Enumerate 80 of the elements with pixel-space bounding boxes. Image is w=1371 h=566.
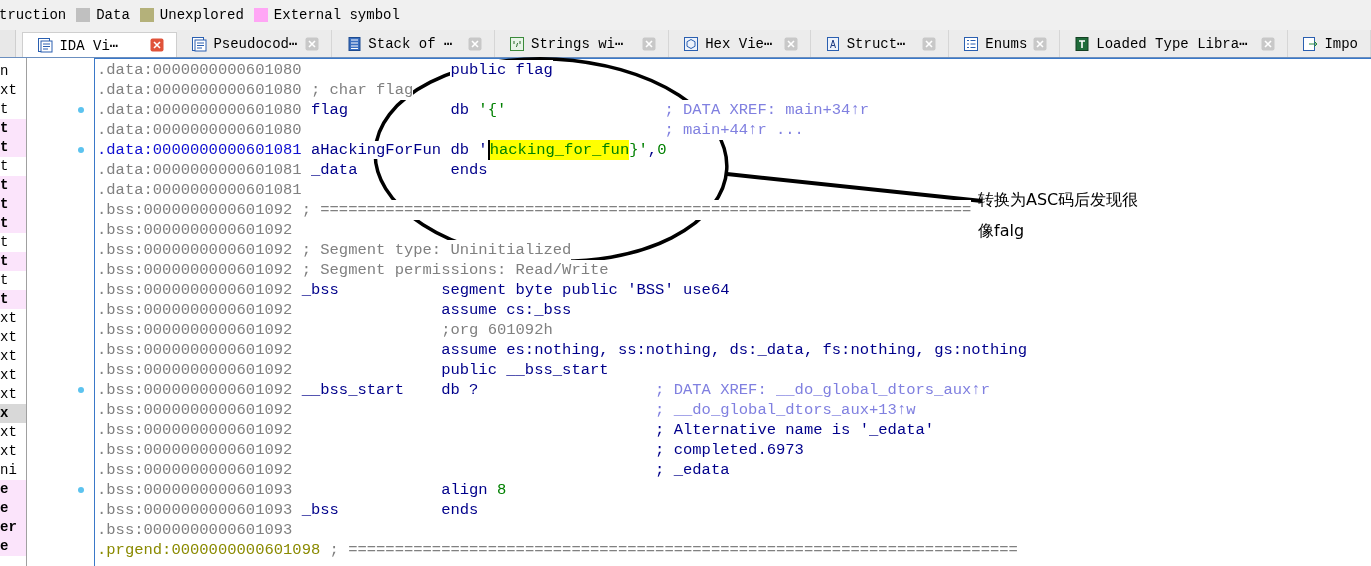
tab[interactable]: IDA Vi⋯ bbox=[22, 32, 178, 57]
function-list-item[interactable]: e bbox=[0, 499, 26, 518]
library-icon bbox=[1074, 35, 1091, 52]
function-list-item[interactable]: e bbox=[0, 480, 26, 499]
close-icon[interactable] bbox=[922, 36, 937, 51]
function-list-item[interactable]: xt bbox=[0, 328, 26, 347]
code-token: segment byte public 'BSS' use64 bbox=[441, 280, 730, 300]
letter-box-icon bbox=[824, 35, 841, 52]
function-list-item[interactable]: t bbox=[0, 119, 26, 138]
close-icon[interactable] bbox=[468, 36, 482, 51]
function-list-item[interactable]: t bbox=[0, 233, 26, 252]
code-token: public __bss_start bbox=[441, 360, 609, 380]
code-token: assume es:nothing, ss:nothing, ds:_data, fs:nothing, gs:nothing bbox=[441, 340, 1028, 360]
tab[interactable]: Struct⋯ bbox=[810, 30, 950, 57]
strings-icon bbox=[509, 35, 525, 52]
function-list-item[interactable]: xt bbox=[0, 442, 26, 461]
function-list-item[interactable]: xt bbox=[0, 309, 26, 328]
function-list-item[interactable]: xt bbox=[0, 366, 26, 385]
function-list-item[interactable]: t bbox=[0, 176, 26, 195]
function-list-item[interactable]: t bbox=[0, 138, 26, 157]
function-list-item[interactable]: t bbox=[0, 214, 26, 233]
function-list-item[interactable]: t bbox=[0, 290, 26, 309]
code-token: ;org 601092h bbox=[441, 320, 553, 340]
legend-label: External symbol bbox=[273, 7, 400, 23]
code-comment: ; ====================================================================== bbox=[301, 200, 972, 220]
code-comment: ; completed.6973 bbox=[655, 440, 804, 460]
code-label: _bss bbox=[301, 281, 339, 299]
tab[interactable]: Pseudocod⋯ bbox=[177, 30, 333, 57]
tab[interactable]: Hex Vie⋯ bbox=[669, 30, 811, 57]
code-label: aHackingForFun bbox=[310, 141, 442, 159]
tab[interactable]: Loaded Type Libra⋯ bbox=[1060, 30, 1289, 57]
tab[interactable]: Strings wi⋯ bbox=[495, 30, 670, 57]
function-list-item[interactable]: t bbox=[0, 100, 26, 119]
document-icon bbox=[1302, 35, 1319, 52]
function-list-item[interactable]: xt bbox=[0, 347, 26, 366]
code-comment: ; __do_global_dtors_aux+13↑w bbox=[655, 400, 916, 420]
code-comment: ; DATA XREF: main+34↑r bbox=[664, 100, 869, 120]
function-list-item[interactable]: xt bbox=[0, 385, 26, 404]
tab[interactable]: Impo bbox=[1288, 30, 1371, 57]
function-list-item[interactable]: n bbox=[0, 62, 26, 81]
function-list-item[interactable]: t bbox=[0, 195, 26, 214]
function-list-item[interactable]: x bbox=[0, 404, 26, 423]
close-icon[interactable] bbox=[150, 38, 165, 52]
code-comment: ; Segment permissions: Read/Write bbox=[301, 260, 609, 280]
function-list-item[interactable]: t bbox=[0, 271, 26, 290]
close-icon[interactable] bbox=[1033, 36, 1048, 51]
legend-label: truction bbox=[0, 7, 67, 23]
legend-label: Unexplored bbox=[159, 7, 244, 23]
close-icon[interactable] bbox=[1261, 36, 1276, 51]
code-comment: ; _edata bbox=[655, 460, 730, 480]
function-list-item[interactable]: t bbox=[0, 252, 26, 271]
code-comment: ; char flag bbox=[310, 80, 414, 100]
code-label: flag bbox=[310, 101, 349, 119]
document-icon bbox=[37, 37, 54, 53]
legend-label: Data bbox=[96, 7, 130, 23]
function-list-item[interactable]: xt bbox=[0, 81, 26, 100]
close-icon[interactable] bbox=[642, 36, 657, 51]
code-comment: ; DATA XREF: __do_global_dtors_aux↑r bbox=[655, 380, 990, 400]
close-icon[interactable] bbox=[783, 36, 798, 51]
document-icon bbox=[191, 35, 208, 52]
function-list-item[interactable]: e bbox=[0, 537, 26, 556]
code-token: public flag bbox=[450, 60, 553, 80]
function-list-item[interactable]: xt bbox=[0, 423, 26, 442]
function-list-item[interactable]: t bbox=[0, 157, 26, 176]
tab[interactable] bbox=[0, 30, 17, 57]
code-label: __bss_start bbox=[301, 381, 404, 399]
code-comment: ; Segment type: Uninitialized bbox=[301, 240, 572, 260]
list-icon bbox=[963, 35, 980, 52]
code-label: _data bbox=[310, 161, 358, 179]
code-label: _bss bbox=[301, 501, 339, 519]
tab[interactable]: Stack of ⋯ bbox=[332, 30, 495, 57]
annotation-text: 转换为ASC码后发现很 bbox=[978, 189, 1139, 211]
annotation-text: 像falg bbox=[978, 220, 1026, 242]
highlighted-text: hacking_for_fun bbox=[487, 140, 630, 160]
tab[interactable]: Enums bbox=[949, 30, 1061, 57]
function-list-item[interactable]: er bbox=[0, 518, 26, 537]
stack-icon bbox=[346, 35, 363, 52]
close-icon[interactable] bbox=[305, 36, 320, 51]
address: .prgend:0000000000601098 bbox=[97, 540, 321, 560]
function-list-item[interactable]: ni bbox=[0, 461, 26, 480]
